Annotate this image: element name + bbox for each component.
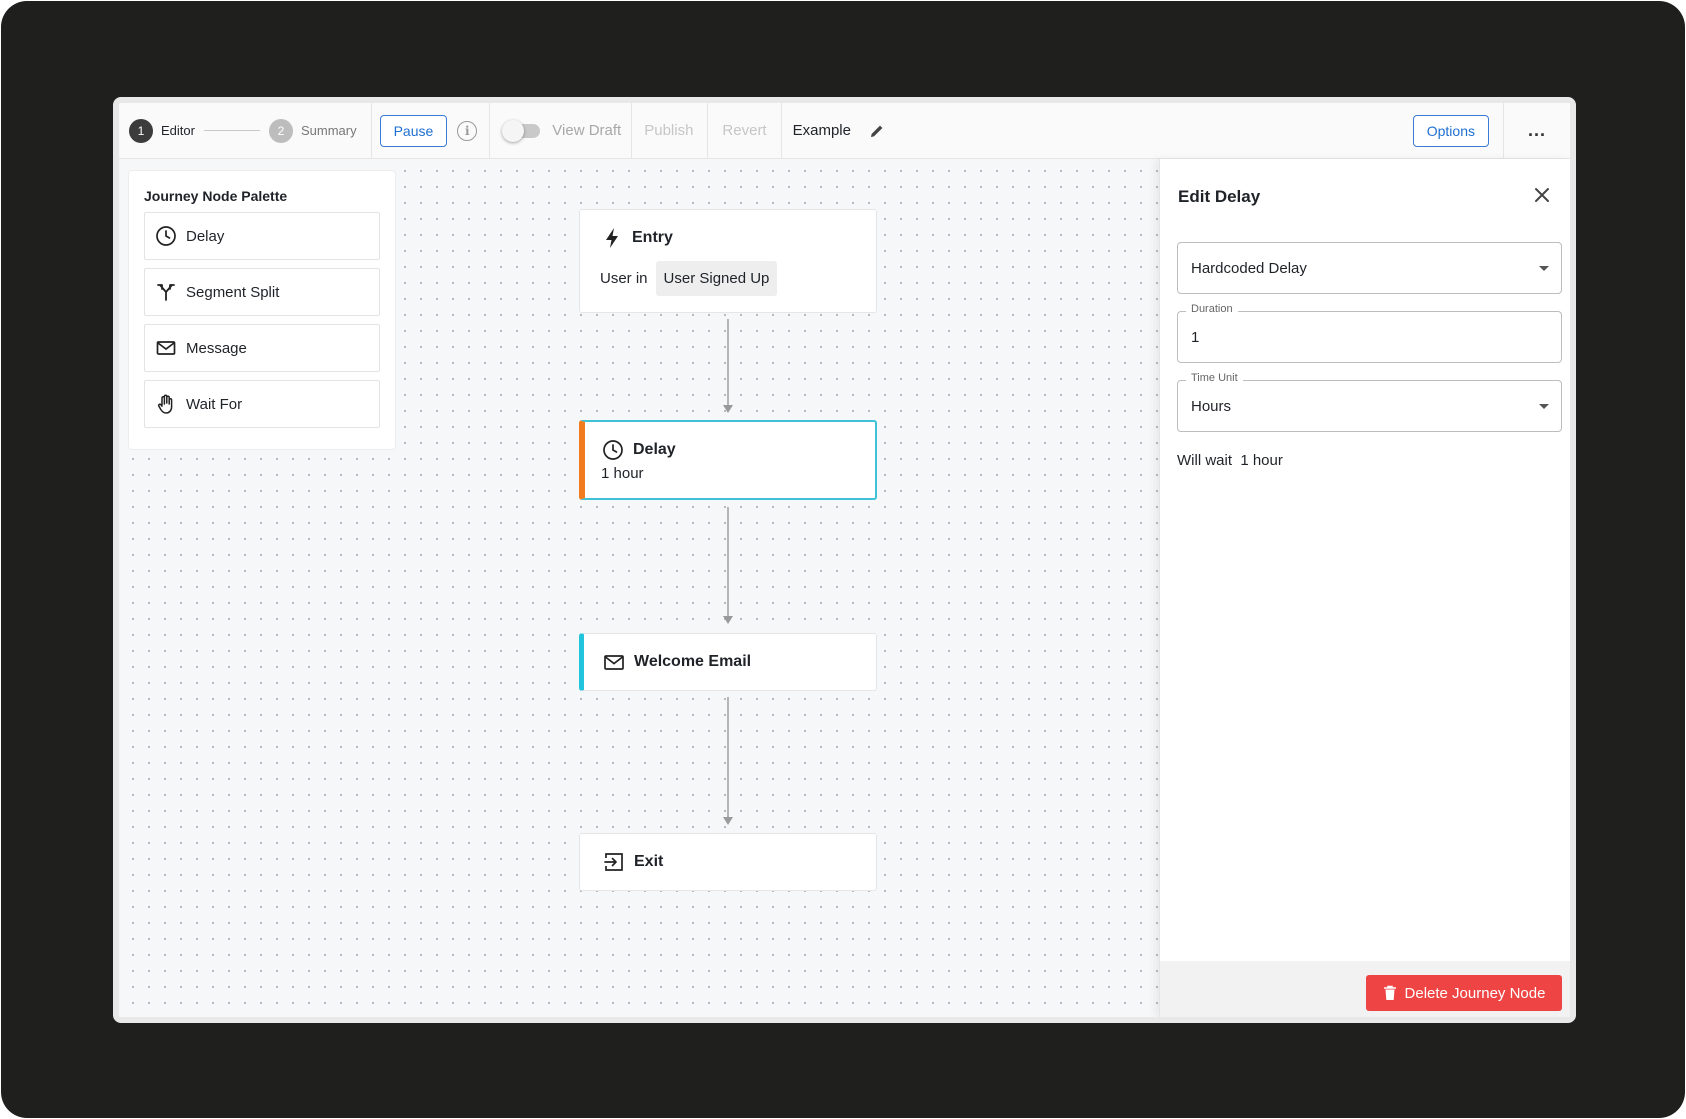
more-icon[interactable]: ... [1528,120,1546,141]
envelope-icon [155,337,177,359]
delay-type-value: Hardcoded Delay [1191,259,1307,277]
palette-item-message[interactable]: Message [144,324,380,372]
palette-item-label: Message [186,339,247,357]
split-icon [155,281,177,303]
view-draft-toggle[interactable] [502,119,541,142]
journey-canvas[interactable]: Journey Node Palette Delay Segment Split [119,159,1159,1017]
time-unit-label: Time Unit [1186,372,1243,384]
options-button[interactable]: Options [1412,114,1489,147]
arrowhead [723,616,733,624]
step-label: Editor [161,123,195,138]
node-title: Entry [600,226,673,250]
revert-button[interactable]: Revert [722,122,766,139]
pencil-icon[interactable] [869,123,885,139]
toolbar-divider [631,103,633,159]
toolbar-divider [370,103,372,159]
palette-item-label: Wait For [186,395,243,413]
chevron-down-icon [1539,266,1549,271]
view-draft-label: View Draft [552,122,622,139]
arrowhead [723,405,733,413]
palette-item-wait-for[interactable]: Wait For [144,380,380,428]
duration-value: 1 [1191,328,1200,346]
delete-label: Delete Journey Node [1404,984,1546,1002]
entry-prefix: User in [600,270,648,287]
time-unit-select[interactable]: Time Unit Hours [1177,372,1562,432]
entry-node[interactable]: Entry User in User Signed Up [579,209,877,313]
delete-node-button[interactable]: Delete Journey Node [1366,975,1562,1011]
chevron-down-icon [1539,404,1549,409]
toggle-knob [502,119,525,142]
wait-summary: Will wait 1 hour [1177,452,1283,469]
delay-node[interactable]: Delay 1 hour [579,420,877,500]
delay-subtitle: 1 hour [601,465,644,482]
exit-icon [602,850,626,874]
app-window: 1 Editor 2 Summary Pause i View Draft Pu… [113,97,1576,1023]
edge-line [727,507,729,618]
node-palette: Journey Node Palette Delay Segment Split [129,171,395,449]
info-icon[interactable]: i [457,120,478,141]
entry-condition: User in User Signed Up [600,261,778,296]
duration-field[interactable]: Duration 1 [1177,303,1562,363]
toolbar-divider [489,103,491,159]
duration-label: Duration [1186,303,1238,315]
edit-delay-panel: Edit Delay Hardcoded Delay Duration 1 Ti… [1159,159,1570,1017]
pause-button[interactable]: Pause [379,114,448,147]
publish-button[interactable]: Publish [644,122,693,139]
time-unit-value: Hours [1191,397,1232,415]
panel-title: Edit Delay [1178,187,1261,206]
step-label: Summary [300,123,357,138]
entry-title: Entry [632,229,673,246]
toolbar: 1 Editor 2 Summary Pause i View Draft Pu… [119,103,1570,159]
step-connector [203,130,260,131]
toolbar-divider [780,103,782,159]
step-number: 1 [129,118,153,143]
exit-title: Exit [634,853,664,870]
palette-item-segment-split[interactable]: Segment Split [144,268,380,316]
segment-chip[interactable]: User Signed Up [655,261,778,296]
message-node[interactable]: Welcome Email [579,633,877,691]
step-editor[interactable]: 1 Editor [129,118,195,143]
clock-icon [155,225,177,247]
edge-line [727,697,729,819]
node-title: Exit [602,850,663,874]
panel-footer: Delete Journey Node [1160,961,1570,1017]
palette-item-label: Delay [186,227,225,245]
trash-icon [1383,985,1397,1001]
device-frame: 1 Editor 2 Summary Pause i View Draft Pu… [1,1,1685,1118]
message-title: Welcome Email [634,653,752,670]
step-summary[interactable]: 2 Summary [268,118,357,143]
node-title: Delay [601,438,676,462]
hand-icon [155,393,177,415]
palette-title: Journey Node Palette [144,188,288,204]
toolbar-divider [707,103,709,159]
edge-line [727,319,729,407]
clock-icon [601,438,625,462]
delay-title: Delay [633,441,676,458]
node-title: Welcome Email [602,650,751,674]
journey-name: Example [792,122,851,139]
palette-item-delay[interactable]: Delay [144,212,380,260]
envelope-icon [602,650,626,674]
toolbar-divider [1502,103,1504,159]
arrowhead [723,817,733,825]
close-icon[interactable] [1532,185,1552,205]
palette-item-label: Segment Split [186,283,280,301]
delay-type-select[interactable]: Hardcoded Delay [1177,242,1562,294]
step-number: 2 [268,118,293,143]
exit-node[interactable]: Exit [579,833,877,891]
lightning-icon [600,226,624,250]
